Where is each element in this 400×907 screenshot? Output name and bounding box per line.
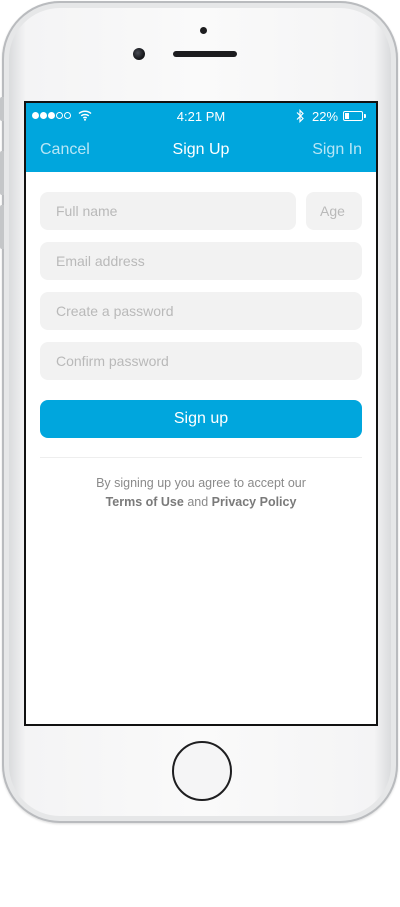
battery-nub	[364, 114, 366, 118]
status-bar: 4:21 PM 22%	[26, 103, 376, 130]
password-input[interactable]	[40, 292, 362, 330]
device-mockup: 4:21 PM 22% Cancel Sign Up Sign In Sign	[0, 0, 400, 907]
proximity-sensor	[200, 27, 207, 34]
sign-up-button[interactable]: Sign up	[40, 400, 362, 438]
mute-switch	[0, 97, 4, 121]
battery-icon	[343, 111, 366, 121]
navigation-bar: Cancel Sign Up Sign In	[26, 130, 376, 172]
name-age-row	[40, 192, 362, 230]
bluetooth-icon	[296, 109, 304, 123]
legal-notice: By signing up you agree to accept our Te…	[40, 474, 362, 512]
full-name-input[interactable]	[40, 192, 296, 230]
earpiece-speaker	[173, 51, 237, 57]
divider	[40, 457, 362, 458]
privacy-policy-link[interactable]: Privacy Policy	[212, 495, 297, 509]
age-input[interactable]	[306, 192, 362, 230]
battery-fill	[345, 113, 349, 119]
confirm-password-input[interactable]	[40, 342, 362, 380]
volume-down-button	[0, 205, 4, 249]
legal-text: By signing up you agree to accept our	[96, 476, 306, 490]
legal-and-text: and	[187, 495, 209, 509]
home-button[interactable]	[172, 741, 232, 801]
volume-up-button	[0, 151, 4, 195]
battery-percentage: 22%	[312, 109, 339, 124]
email-input[interactable]	[40, 242, 362, 280]
terms-of-use-link[interactable]: Terms of Use	[106, 495, 184, 509]
sign-up-form: Sign up By signing up you agree to accep…	[40, 192, 362, 512]
app-screen: 4:21 PM 22% Cancel Sign Up Sign In Sign	[24, 101, 378, 726]
sign-in-button[interactable]: Sign In	[312, 141, 362, 159]
front-camera	[133, 48, 145, 60]
